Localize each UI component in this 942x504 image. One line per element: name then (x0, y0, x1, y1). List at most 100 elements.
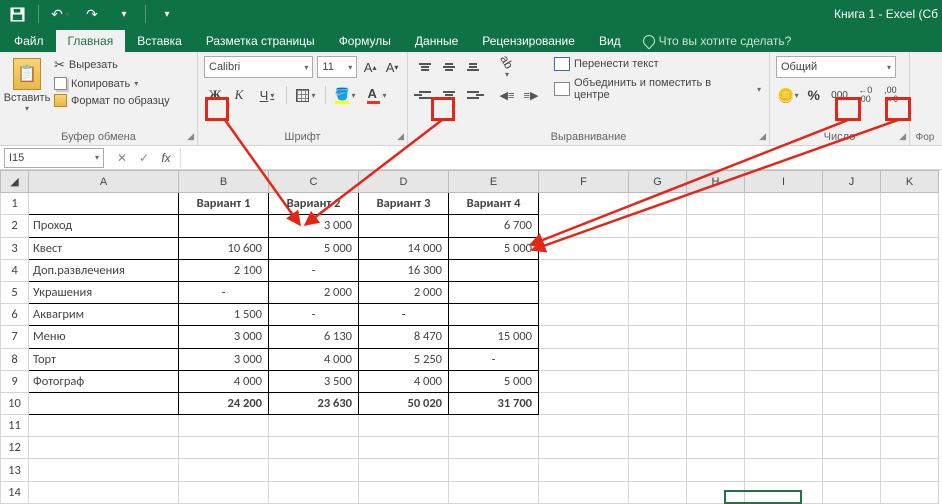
cell[interactable] (539, 459, 629, 481)
col-header[interactable]: G (629, 171, 687, 193)
col-header[interactable]: F (539, 171, 629, 193)
cell[interactable] (449, 437, 539, 459)
cell[interactable]: 4 000 (359, 370, 449, 392)
thousands-sep-button[interactable]: 000 (828, 84, 852, 106)
cell[interactable] (539, 193, 629, 215)
cell[interactable] (823, 326, 881, 348)
font-size-select[interactable]: 11▾ (317, 56, 357, 78)
col-header[interactable]: J (823, 171, 881, 193)
align-middle-button[interactable] (438, 56, 460, 78)
cell[interactable] (539, 259, 629, 281)
cell[interactable]: 3 000 (179, 348, 269, 370)
cell[interactable]: 6 700 (449, 215, 539, 237)
cell[interactable] (745, 348, 823, 370)
cell[interactable] (687, 215, 745, 237)
cell[interactable] (539, 392, 629, 414)
cell[interactable] (449, 281, 539, 303)
dialog-launcher-alignment[interactable]: ◢ (759, 131, 766, 142)
row-header[interactable]: 6 (1, 304, 29, 326)
italic-button[interactable]: К (228, 84, 250, 106)
cell[interactable] (881, 481, 939, 503)
row-header[interactable]: 8 (1, 348, 29, 370)
cell[interactable] (881, 437, 939, 459)
row-header[interactable]: 11 (1, 415, 29, 437)
decrease-decimal-button[interactable]: ,00→0 (879, 84, 903, 106)
cell[interactable] (629, 304, 687, 326)
cell[interactable] (881, 459, 939, 481)
align-center-button[interactable] (438, 84, 460, 106)
align-bottom-button[interactable] (462, 56, 484, 78)
cell[interactable]: 16 300 (359, 259, 449, 281)
cell[interactable] (29, 437, 179, 459)
number-format-select[interactable]: Общий▾ (776, 56, 896, 78)
format-painter-button[interactable]: Формат по образцу (52, 93, 172, 108)
cell[interactable]: 5 000 (449, 237, 539, 259)
font-name-select[interactable]: Calibri▾ (204, 56, 313, 78)
cell[interactable] (539, 326, 629, 348)
increase-font-button[interactable]: A▴ (361, 57, 379, 77)
tab-formulas[interactable]: Формулы (327, 30, 403, 52)
cell[interactable]: 4 000 (179, 370, 269, 392)
cell[interactable]: 6 130 (269, 326, 359, 348)
cell[interactable] (539, 415, 629, 437)
cell[interactable]: 5 250 (359, 348, 449, 370)
cell[interactable]: Вариант 1 (179, 193, 269, 215)
tab-review[interactable]: Рецензирование (470, 30, 587, 52)
cell[interactable] (687, 437, 745, 459)
increase-indent-button[interactable]: ≡▶ (520, 84, 542, 106)
cell[interactable] (629, 281, 687, 303)
cell[interactable] (881, 237, 939, 259)
cell[interactable] (179, 415, 269, 437)
cell[interactable]: Проход (29, 215, 179, 237)
row-header[interactable]: 5 (1, 281, 29, 303)
cell[interactable] (687, 370, 745, 392)
cell[interactable] (823, 237, 881, 259)
cell[interactable] (745, 370, 823, 392)
copy-button[interactable]: Копировать▾ (52, 76, 172, 91)
cell[interactable]: 23 630 (269, 392, 359, 414)
cell[interactable]: 15 000 (449, 326, 539, 348)
cell[interactable]: 3 000 (179, 326, 269, 348)
cell[interactable] (359, 481, 449, 503)
align-right-button[interactable] (462, 84, 484, 106)
cell[interactable] (687, 326, 745, 348)
cell[interactable]: Вариант 3 (359, 193, 449, 215)
cell[interactable] (629, 392, 687, 414)
cell[interactable]: 1 500 (179, 304, 269, 326)
currency-button[interactable]: 🪙▾ (776, 84, 800, 106)
row-header[interactable]: 14 (1, 481, 29, 503)
cell[interactable] (881, 415, 939, 437)
cell[interactable] (687, 459, 745, 481)
cell[interactable] (629, 481, 687, 503)
cell[interactable] (29, 481, 179, 503)
cell[interactable] (539, 215, 629, 237)
col-header[interactable]: D (359, 171, 449, 193)
cell[interactable] (687, 392, 745, 414)
cell[interactable] (629, 193, 687, 215)
cell[interactable]: 5 000 (449, 370, 539, 392)
row-header[interactable]: 4 (1, 259, 29, 281)
row-header[interactable]: 9 (1, 370, 29, 392)
cell[interactable] (745, 392, 823, 414)
paste-button[interactable]: 📋 Вставить ▾ (6, 56, 48, 122)
cell[interactable]: 31 700 (449, 392, 539, 414)
tab-data[interactable]: Данные (403, 30, 470, 52)
fx-button[interactable]: fx (156, 151, 176, 165)
wrap-text-button[interactable]: Перенести текст (552, 56, 763, 72)
row-header[interactable]: 13 (1, 459, 29, 481)
tab-home[interactable]: Главная (56, 30, 126, 52)
cell[interactable] (179, 215, 269, 237)
undo-button[interactable]: ↶ (47, 3, 73, 25)
cell[interactable] (449, 481, 539, 503)
dialog-launcher-font[interactable]: ◢ (397, 131, 404, 142)
cell[interactable]: 50 020 (359, 392, 449, 414)
cell[interactable] (823, 193, 881, 215)
cell[interactable]: 2 100 (179, 259, 269, 281)
cell[interactable] (745, 415, 823, 437)
cell[interactable] (359, 215, 449, 237)
cell[interactable]: 2 000 (269, 281, 359, 303)
save-button[interactable] (4, 3, 30, 25)
col-header[interactable]: A (29, 171, 179, 193)
worksheet-grid[interactable]: ◢ A B C D E F G H I J K 1 Вариант 1 Вари… (0, 170, 942, 504)
cell[interactable] (687, 281, 745, 303)
